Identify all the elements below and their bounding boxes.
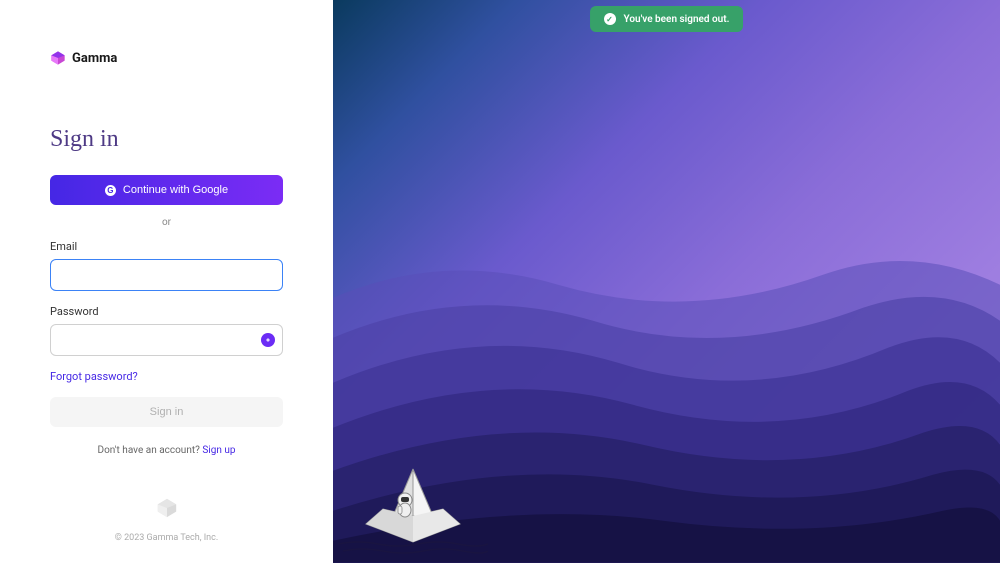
- gamma-logo-icon: [50, 50, 66, 66]
- email-field-group: Email: [50, 240, 283, 291]
- brand-logo: Gamma: [50, 50, 283, 66]
- password-label: Password: [50, 305, 283, 318]
- toggle-password-visibility-icon[interactable]: [261, 333, 275, 347]
- email-input[interactable]: [50, 259, 283, 291]
- toast-message: You've been signed out.: [624, 14, 730, 25]
- signup-prompt-text: Don't have an account?: [98, 445, 203, 456]
- password-field-group: Password: [50, 305, 283, 356]
- brand-name: Gamma: [72, 51, 117, 66]
- boat-illustration: [338, 464, 488, 563]
- footer: © 2023 Gamma Tech, Inc.: [0, 497, 333, 543]
- signed-out-toast: ✓ You've been signed out.: [590, 6, 744, 32]
- google-button-label: Continue with Google: [123, 184, 228, 196]
- signup-prompt: Don't have an account? Sign up: [50, 445, 283, 456]
- hero-image-panel: ✓ You've been signed out.: [333, 0, 1000, 563]
- forgot-password-link[interactable]: Forgot password?: [50, 370, 283, 383]
- password-input[interactable]: [50, 324, 283, 356]
- page-title: Sign in: [50, 126, 283, 153]
- password-wrapper: [50, 324, 283, 356]
- footer-copyright: © 2023 Gamma Tech, Inc.: [0, 533, 333, 543]
- signup-link[interactable]: Sign up: [202, 445, 235, 456]
- check-icon: ✓: [604, 13, 616, 25]
- signin-panel: Gamma Sign in G Continue with Google or …: [0, 0, 333, 563]
- continue-with-google-button[interactable]: G Continue with Google: [50, 175, 283, 205]
- signin-button[interactable]: Sign in: [50, 397, 283, 427]
- footer-logo-icon: [156, 497, 178, 519]
- email-label: Email: [50, 240, 283, 253]
- divider-text: or: [50, 217, 283, 228]
- google-icon: G: [105, 185, 116, 196]
